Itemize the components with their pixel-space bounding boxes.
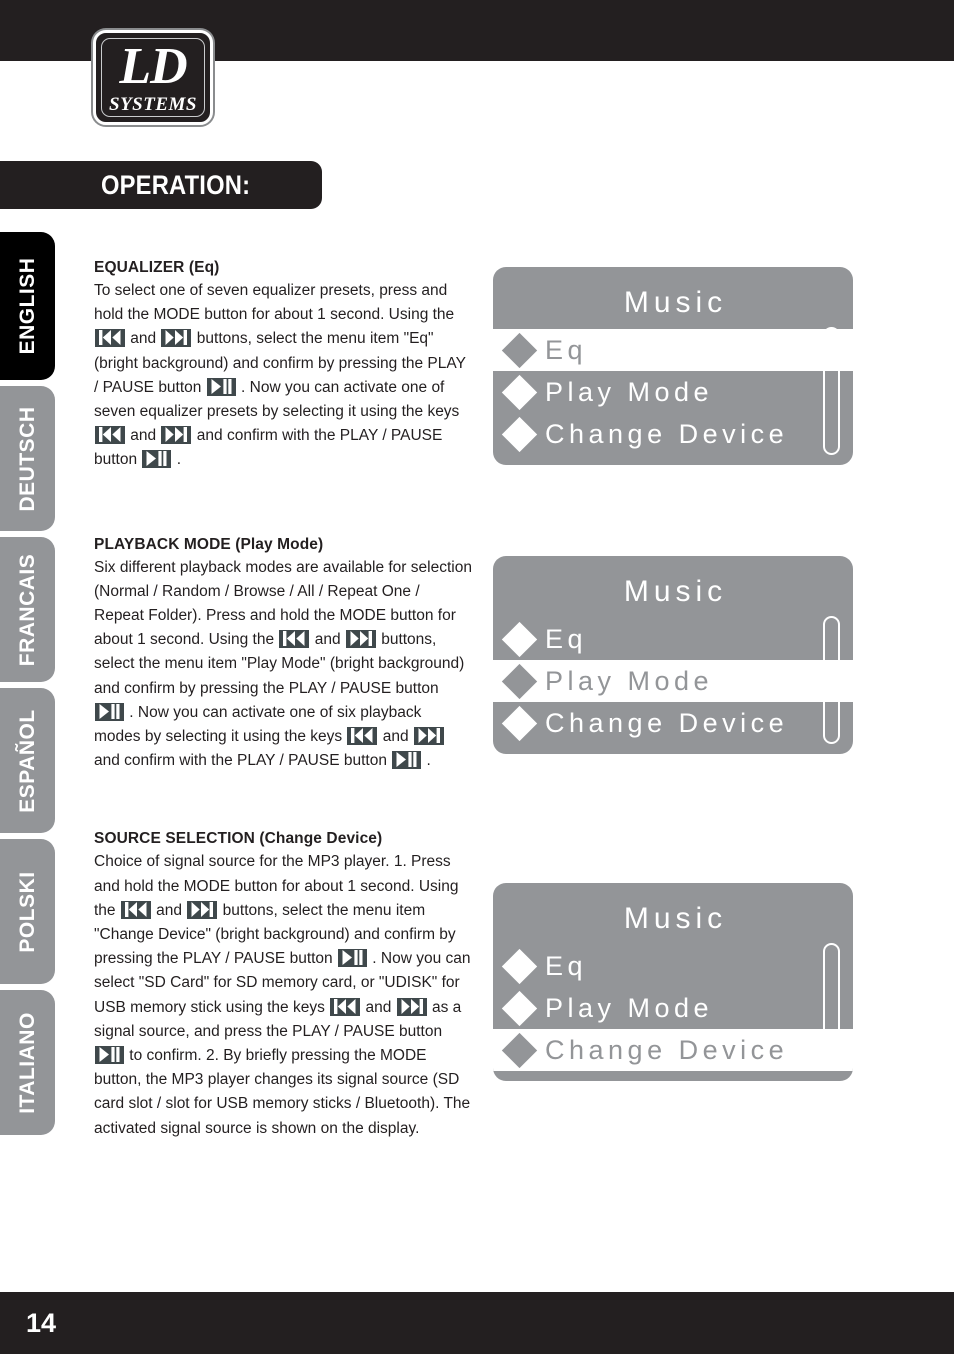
main-content-column: EQUALIZER (Eq) To select one of seven equ… bbox=[94, 258, 472, 1141]
section-body: Choice of signal source for the MP3 play… bbox=[94, 853, 471, 1137]
lcd-menu-item-label: Play Mode bbox=[545, 993, 714, 1023]
next-track-icon bbox=[187, 900, 218, 919]
lcd-menu-item-label: Change Device bbox=[545, 1035, 789, 1065]
prev-track-icon bbox=[330, 997, 361, 1016]
language-tab-polski[interactable]: POLSKI bbox=[0, 839, 55, 984]
lcd-menu-item-label: Play Mode bbox=[545, 377, 714, 407]
language-tab-label: ENGLISH bbox=[15, 257, 39, 355]
section-heading: SOURCE SELECTION (Change Device) bbox=[94, 830, 383, 848]
prev-track-icon bbox=[95, 329, 125, 348]
play-pause-icon bbox=[95, 1046, 124, 1065]
diamond-bullet-icon bbox=[501, 1032, 538, 1068]
lcd-menu-list: Eq Play Mode Change Device bbox=[493, 329, 853, 455]
diamond-bullet-icon bbox=[501, 705, 538, 741]
lcd-menu-item[interactable]: Change Device bbox=[493, 1029, 853, 1071]
diamond-bullet-icon bbox=[501, 621, 538, 657]
diamond-bullet-icon bbox=[501, 663, 538, 699]
lcd-display-change-device: Music Eq Play Mode Change Device bbox=[493, 883, 853, 1081]
next-track-icon bbox=[413, 727, 444, 746]
language-tab-english[interactable]: ENGLISH bbox=[0, 232, 55, 380]
logo-primary-text: LD bbox=[119, 38, 187, 95]
prev-track-icon bbox=[279, 630, 310, 649]
prev-track-icon bbox=[347, 727, 378, 746]
diamond-bullet-icon bbox=[501, 332, 538, 368]
diamond-bullet-icon bbox=[501, 374, 538, 410]
lcd-scrollbar[interactable] bbox=[823, 327, 840, 455]
lcd-scrollbar-thumb[interactable] bbox=[827, 669, 836, 695]
page-title: OPERATION: bbox=[101, 170, 251, 200]
diamond-bullet-icon bbox=[501, 416, 538, 452]
footer-bar: 14 bbox=[0, 1292, 954, 1354]
play-pause-icon bbox=[95, 702, 124, 721]
prev-track-icon bbox=[120, 900, 151, 919]
content-section: PLAYBACK MODE (Play Mode) Six different p… bbox=[94, 535, 472, 774]
section-heading: PLAYBACK MODE (Play Mode) bbox=[94, 535, 324, 553]
ld-systems-logo: LD SYSTEMS bbox=[93, 30, 213, 125]
play-pause-icon bbox=[142, 450, 172, 469]
lcd-menu-item[interactable]: Play Mode bbox=[493, 371, 853, 413]
content-section: EQUALIZER (Eq) To select one of seven equ… bbox=[94, 258, 472, 473]
language-tab-espaol[interactable]: ESPAÑOL bbox=[0, 688, 55, 833]
language-tab-deutsch[interactable]: DEUTSCH bbox=[0, 386, 55, 531]
lcd-menu-item[interactable]: Change Device bbox=[493, 702, 853, 744]
page-number: 14 bbox=[26, 1308, 57, 1338]
section-body: To select one of seven equalizer presets… bbox=[94, 282, 466, 469]
language-tab-francais[interactable]: FRANCAIS bbox=[0, 537, 55, 682]
section-heading: EQUALIZER (Eq) bbox=[94, 259, 220, 276]
lcd-display-play-mode: Music Eq Play Mode Change Device bbox=[493, 556, 853, 754]
lcd-menu-item[interactable]: Play Mode bbox=[493, 660, 853, 702]
lcd-title: Music bbox=[623, 286, 728, 319]
lcd-menu-item-label: Eq bbox=[545, 624, 588, 654]
content-section: SOURCE SELECTION (Change Device) Choice o… bbox=[94, 829, 472, 1140]
lcd-menu-item-label: Change Device bbox=[545, 419, 789, 449]
operation-banner: OPERATION: bbox=[0, 161, 322, 209]
lcd-menu-list: Eq Play Mode Change Device bbox=[493, 618, 853, 744]
lcd-menu-item[interactable]: Play Mode bbox=[493, 987, 853, 1029]
lcd-menu-item-label: Play Mode bbox=[545, 666, 714, 696]
language-tab-label: ITALIANO bbox=[15, 1011, 39, 1114]
play-pause-icon bbox=[206, 377, 236, 396]
lcd-menu-item-label: Eq bbox=[545, 335, 588, 365]
section-body: Six different playback modes are availab… bbox=[94, 558, 472, 770]
next-track-icon bbox=[396, 997, 427, 1016]
lcd-menu-item[interactable]: Eq bbox=[493, 945, 853, 987]
lcd-menu-item[interactable]: Change Device bbox=[493, 413, 853, 455]
language-tab-label: DEUTSCH bbox=[15, 405, 39, 512]
lcd-scrollbar[interactable] bbox=[823, 943, 840, 1071]
lcd-title: Music bbox=[623, 575, 728, 608]
lcd-menu-item-label: Change Device bbox=[545, 708, 789, 738]
logo-secondary-text: SYSTEMS bbox=[109, 94, 197, 115]
next-track-icon bbox=[161, 329, 192, 348]
play-pause-icon bbox=[337, 949, 367, 968]
play-pause-icon bbox=[392, 751, 422, 770]
language-tab-label: FRANCAIS bbox=[15, 553, 39, 666]
diamond-bullet-icon bbox=[501, 990, 538, 1026]
diamond-bullet-icon bbox=[501, 948, 538, 984]
language-tab-label: ESPAÑOL bbox=[15, 708, 39, 813]
lcd-menu-item[interactable]: Eq bbox=[493, 618, 853, 660]
next-track-icon bbox=[345, 630, 376, 649]
language-tab-italiano[interactable]: ITALIANO bbox=[0, 990, 55, 1135]
language-tab-label: POLSKI bbox=[15, 870, 39, 953]
lcd-menu-item[interactable]: Eq bbox=[493, 329, 853, 371]
lcd-title: Music bbox=[623, 902, 728, 935]
lcd-scrollbar-thumb[interactable] bbox=[827, 331, 836, 357]
lcd-display-eq: Music Eq Play Mode Change Device bbox=[493, 267, 853, 465]
language-tab-list: ENGLISH DEUTSCH FRANCAIS ESPAÑOL POLSKI ITALI… bbox=[0, 232, 55, 1141]
lcd-menu-item-label: Eq bbox=[545, 951, 588, 981]
lcd-menu-list: Eq Play Mode Change Device bbox=[493, 945, 853, 1071]
lcd-scrollbar-thumb[interactable] bbox=[827, 1044, 836, 1070]
next-track-icon bbox=[161, 426, 192, 445]
prev-track-icon bbox=[95, 426, 125, 445]
lcd-scrollbar[interactable] bbox=[823, 616, 840, 744]
